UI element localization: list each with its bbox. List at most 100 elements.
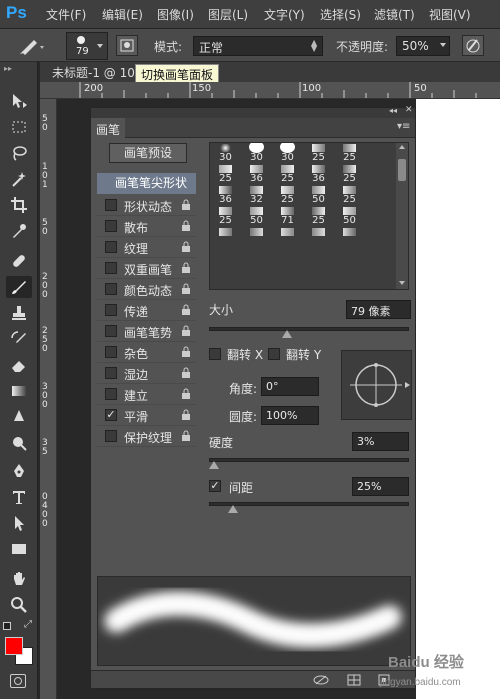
brush-tool[interactable] [6, 276, 32, 298]
flip-x-checkbox[interactable] [209, 348, 221, 360]
spacing-input[interactable]: 25% [352, 477, 409, 496]
brush-tip-cell[interactable]: 25 [303, 206, 334, 227]
document-canvas[interactable] [416, 99, 500, 699]
document-tab[interactable]: 未标题-1 @ 100 [52, 64, 143, 81]
option-transfer[interactable]: 传递 [97, 300, 196, 321]
scroll-up-icon[interactable] [399, 145, 405, 149]
scroll-down-icon[interactable] [399, 281, 405, 285]
brush-tip-cell[interactable]: 25 [334, 143, 365, 164]
brush-tip-cell[interactable]: 36 [241, 164, 272, 185]
default-colors-icon[interactable] [3, 622, 11, 630]
menu-type[interactable]: 文字(Y) [264, 6, 305, 23]
checkbox[interactable] [105, 283, 117, 295]
brush-tip-cell[interactable]: 25 [210, 206, 241, 227]
brush-tip-cell[interactable]: 25 [334, 185, 365, 206]
option-dual-brush[interactable]: 双重画笔 [97, 258, 196, 279]
crop-tool[interactable] [6, 194, 32, 216]
lock-icon[interactable] [181, 346, 191, 358]
brush-tip-cell[interactable]: 36 [210, 185, 241, 206]
checkbox[interactable] [105, 346, 117, 358]
lock-icon[interactable] [181, 388, 191, 400]
tab-brush[interactable]: 画笔 [91, 118, 125, 138]
brush-tip-cell[interactable]: 50 [334, 206, 365, 227]
lock-icon[interactable] [181, 304, 191, 316]
lock-icon[interactable] [181, 283, 191, 295]
panel-menu-icon[interactable]: ▾≡ [397, 121, 410, 132]
collapse-panel-icon[interactable]: ◂◂ [389, 106, 397, 115]
marquee-tool[interactable] [6, 116, 32, 138]
eraser-tool[interactable] [6, 354, 32, 376]
option-color-dynamics[interactable]: 颜色动态 [97, 279, 196, 300]
menu-edit[interactable]: 编辑(E) [102, 6, 143, 23]
brush-tip-cell[interactable]: 30 [241, 143, 272, 164]
option-wet-edges[interactable]: 湿边 [97, 363, 196, 384]
blur-tool[interactable] [6, 406, 32, 428]
menu-filter[interactable]: 滤镜(T) [374, 6, 415, 23]
brush-tip-cell[interactable]: 30 [210, 143, 241, 164]
brush-presets-button[interactable]: 画笔预设 [109, 143, 187, 163]
brush-tip-cell[interactable]: 25 [334, 164, 365, 185]
menu-view[interactable]: 视图(V) [429, 6, 471, 23]
mode-select[interactable]: 正常 [193, 36, 323, 56]
swap-colors-icon[interactable]: ⤢ [24, 619, 32, 630]
angle-input[interactable]: 0° [261, 377, 319, 396]
toolbox-collapse-icon[interactable]: ▸▸ [4, 64, 12, 73]
brush-tip-cell[interactable] [210, 227, 241, 248]
grid-scrollbar[interactable] [396, 143, 408, 289]
option-texture[interactable]: 纹理 [97, 237, 196, 258]
brush-tip-shape-item[interactable]: 画笔笔尖形状 [97, 173, 196, 194]
rectangle-tool[interactable] [6, 538, 32, 560]
eyedropper-tool[interactable] [6, 220, 32, 242]
type-tool[interactable] [6, 486, 32, 508]
brush-tip-cell[interactable] [272, 227, 303, 248]
spacing-slider-knob[interactable] [228, 505, 238, 513]
option-noise[interactable]: 杂色 [97, 342, 196, 363]
lock-icon[interactable] [181, 220, 191, 232]
scroll-thumb[interactable] [398, 159, 406, 181]
size-slider-knob[interactable] [282, 330, 292, 338]
brush-tip-cell[interactable]: 32 [241, 185, 272, 206]
brush-tip-cell[interactable]: 50 [241, 206, 272, 227]
option-shape-dynamics[interactable]: 形状动态 [97, 195, 196, 216]
size-slider[interactable] [209, 327, 409, 331]
lock-icon[interactable] [181, 367, 191, 379]
checkbox[interactable] [105, 241, 117, 253]
menu-image[interactable]: 图像(I) [157, 6, 194, 23]
clone-stamp-tool[interactable] [6, 302, 32, 324]
brush-size-picker[interactable]: 79 [66, 32, 108, 60]
checkbox[interactable] [105, 388, 117, 400]
close-icon[interactable]: ✕ [405, 105, 413, 115]
menu-layer[interactable]: 图层(L) [208, 6, 248, 23]
path-selection-tool[interactable] [6, 512, 32, 534]
checkbox[interactable] [105, 367, 117, 379]
lock-icon[interactable] [181, 409, 191, 421]
checkbox[interactable] [105, 199, 117, 211]
hardness-slider[interactable] [209, 458, 409, 462]
brush-tip-cell[interactable]: 71 [272, 206, 303, 227]
option-protect-texture[interactable]: 保护纹理 [97, 426, 196, 447]
brush-tip-cell[interactable]: 30 [272, 143, 303, 164]
hardness-slider-knob[interactable] [209, 461, 219, 469]
lock-icon[interactable] [181, 199, 191, 211]
checkbox[interactable] [105, 262, 117, 274]
move-tool[interactable] [6, 90, 32, 112]
spacing-checkbox[interactable]: ✓ [209, 480, 221, 492]
pen-tool[interactable] [6, 460, 32, 482]
spacing-slider[interactable] [209, 502, 409, 506]
brush-tip-cell[interactable]: 36 [303, 164, 334, 185]
lock-icon[interactable] [181, 430, 191, 442]
chevron-down-icon[interactable] [440, 43, 446, 47]
brush-tip-cell[interactable]: 25 [210, 164, 241, 185]
gradient-tool[interactable] [6, 380, 32, 402]
brush-tip-cell[interactable]: 25 [272, 185, 303, 206]
option-scattering[interactable]: 散布 [97, 216, 196, 237]
option-build-up[interactable]: 建立 [97, 384, 196, 405]
flip-y-checkbox[interactable] [268, 348, 280, 360]
toggle-bristle-preview-icon[interactable] [313, 674, 329, 686]
brush-tip-cell[interactable]: 25 [272, 164, 303, 185]
angle-roundness-widget[interactable] [341, 350, 412, 420]
hand-tool[interactable] [6, 568, 32, 590]
dodge-tool[interactable] [6, 432, 32, 454]
brush-tip-cell[interactable] [303, 227, 334, 248]
option-brush-pose[interactable]: 画笔笔势 [97, 321, 196, 342]
